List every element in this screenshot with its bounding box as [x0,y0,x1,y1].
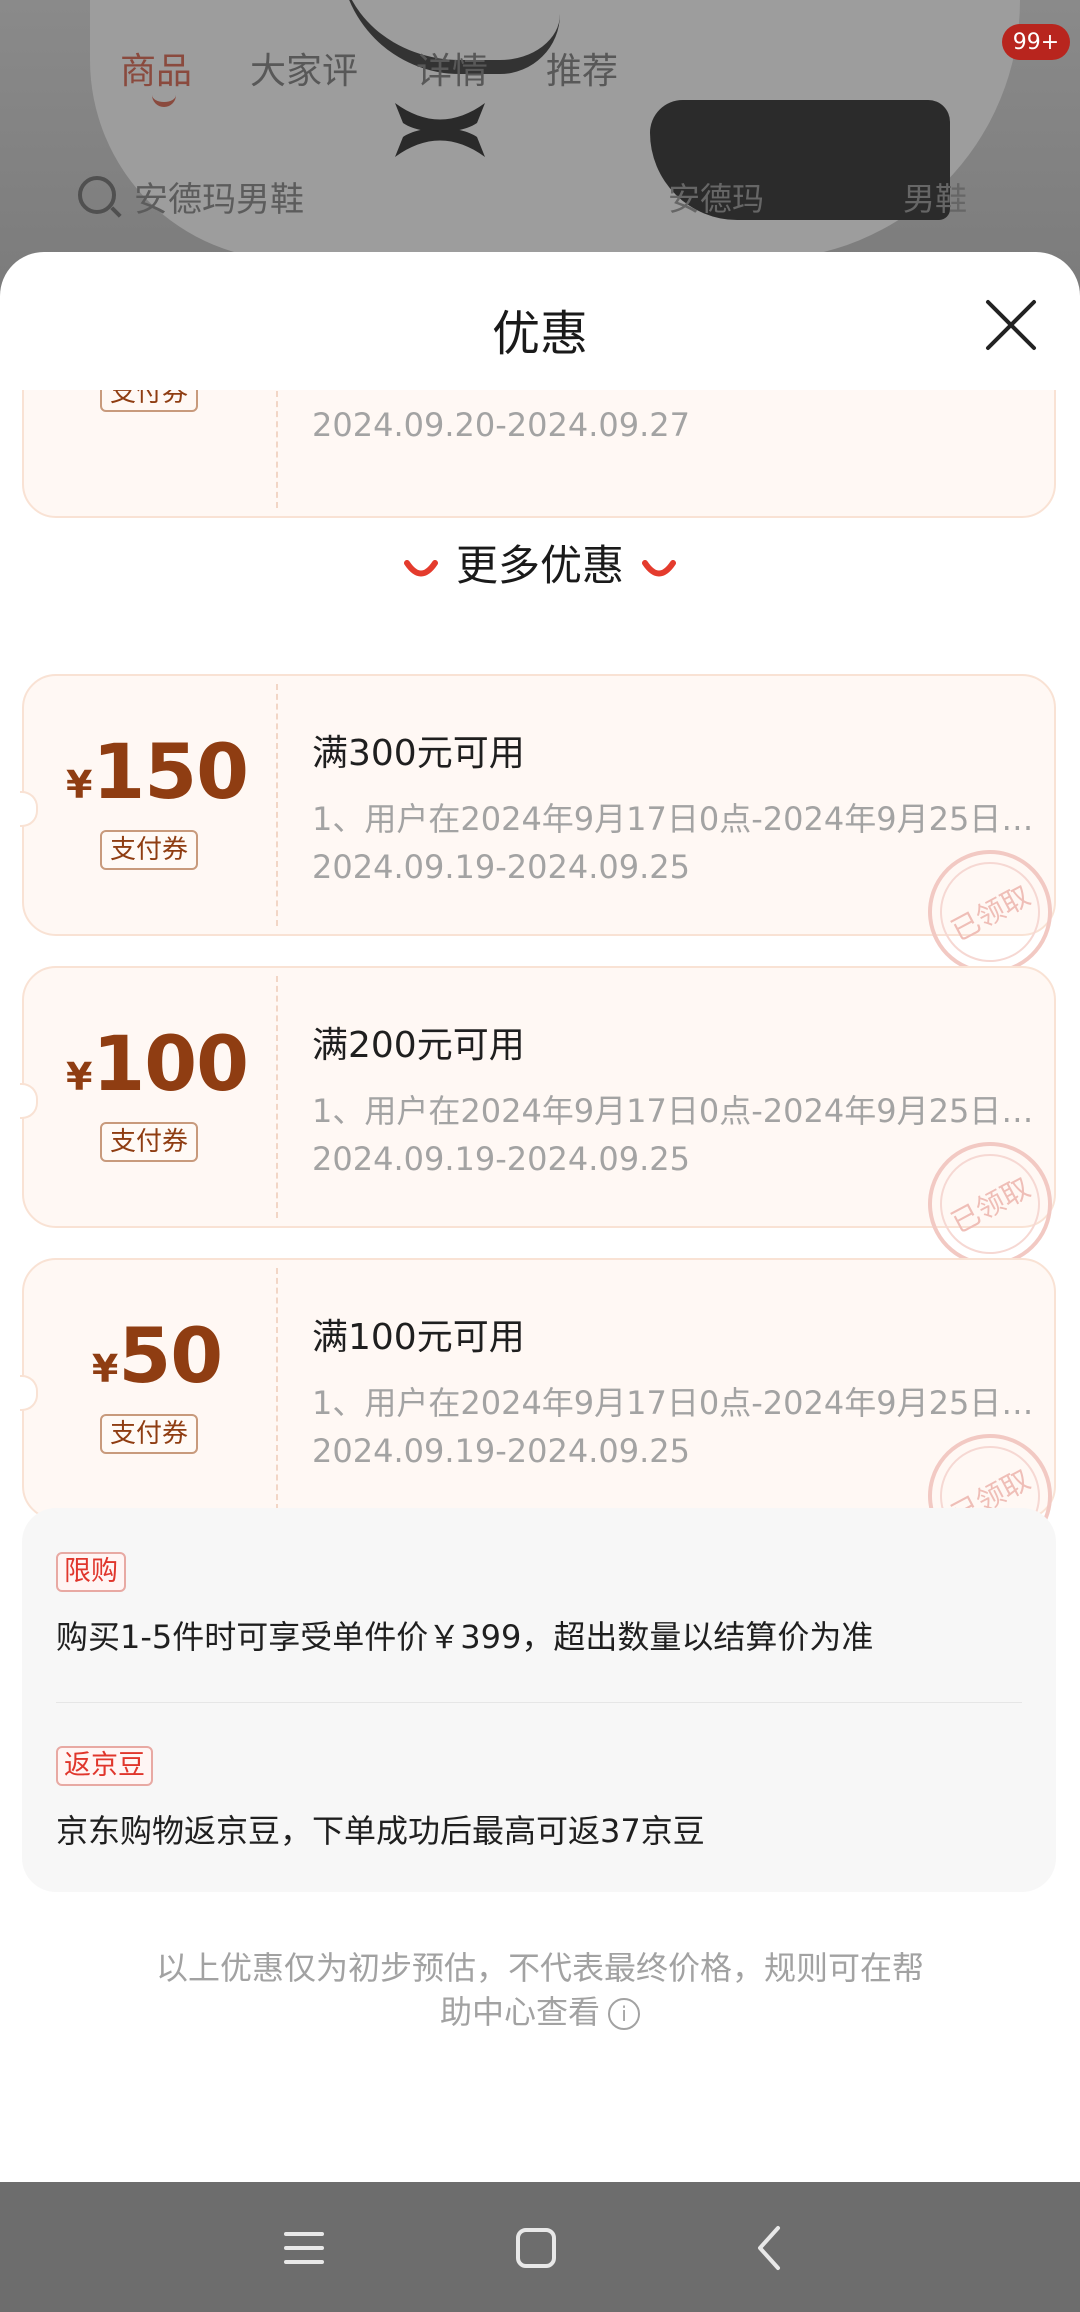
claimed-stamp-text: 已领取 [945,879,1036,948]
coupon-divider [276,1268,278,1510]
discount-bottom-sheet: 优惠 支付券 2024.09.20-2024.09.27 更多优惠 ¥150 支… [0,252,1080,2182]
promotion-info-box: 限购 购买1-5件时可享受单件价￥399，超出数量以结算价为准 返京豆 京东购物… [22,1508,1056,1892]
coupon-amount: ¥150 [54,734,260,810]
sheet-scroll-content[interactable]: 支付券 2024.09.20-2024.09.27 更多优惠 ¥150 支付券 … [0,390,1080,2182]
coupon-divider [276,976,278,1218]
search-icon [78,176,116,214]
currency-symbol: ¥ [65,763,93,807]
smile-decoration-left-icon [403,559,438,576]
disclaimer-line-2: 助中心查看 [439,1993,600,2031]
disclaimer: 以上优惠仅为初步预估，不代表最终价格，规则可在帮 助中心查看 i [130,1946,950,2034]
coupon-divider [276,390,278,508]
tab-product[interactable]: 商品 [120,42,192,94]
close-button[interactable] [982,296,1040,354]
under-armour-logo-icon [395,103,485,157]
coupon-condition: 满100元可用 [312,1317,525,1358]
coupon-card-50[interactable]: ¥50 支付券 满100元可用 1、用户在2024年9月17日0点-2024年9… [20,1258,1074,1580]
coupon-period: 2024.09.19-2024.09.25 [312,848,690,886]
home-nav-button[interactable] [504,2216,568,2280]
home-square-icon [516,2228,556,2268]
back-nav-button[interactable] [738,2216,802,2280]
close-icon [986,300,1036,350]
tab-reviews[interactable]: 大家评 [250,42,358,94]
back-chevron-icon [758,2226,780,2270]
claimed-stamp-text: 已领取 [945,1171,1036,1240]
disclaimer-line-2-row: 助中心查看 i [130,1990,950,2034]
coupon-amount: ¥100 [54,1026,260,1102]
coupon-amount-value: 50 [118,1311,223,1400]
menu-icon [284,2232,324,2264]
coupon-type-tag: 支付券 [100,390,199,412]
coupon-description: 1、用户在2024年9月17日0点-2024年9月25日23点59分59秒期间 [312,1384,1042,1422]
currency-symbol: ¥ [91,1347,119,1391]
tab-recommend[interactable]: 推荐 [546,42,618,94]
coupon-card-partial: 支付券 2024.09.20-2024.09.27 [22,390,1056,518]
jingdou-tag: 返京豆 [56,1746,153,1786]
coupon-card-150[interactable]: ¥150 支付券 满300元可用 1、用户在2024年9月17日0点-2024年… [20,674,1074,996]
info-icon[interactable]: i [608,1998,640,2030]
purchase-limit-text: 购买1-5件时可享受单件价￥399，超出数量以结算价为准 [56,1618,874,1656]
coupon-condition: 满300元可用 [312,733,525,774]
search-chip-category[interactable]: 男鞋 [903,174,967,220]
more-discounts-title: 更多优惠 [455,541,624,590]
coupon-amount-value: 150 [92,727,249,816]
coupon-period: 2024.09.20-2024.09.27 [312,406,690,444]
coupon-card-100[interactable]: ¥100 支付券 满200元可用 1、用户在2024年9月17日0点-2024年… [20,966,1074,1288]
coupon-description: 1、用户在2024年9月17日0点-2024年9月25日23点59分59秒期间 [312,800,1042,838]
coupon-period: 2024.09.19-2024.09.25 [312,1140,690,1178]
disclaimer-line-1: 以上优惠仅为初步预估，不代表最终价格，规则可在帮 [155,1949,924,1987]
search-input-text[interactable]: 安德玛男鞋 [134,172,304,221]
sheet-title: 优惠 [491,306,588,362]
coupon-description: 1、用户在2024年9月17日0点-2024年9月25日23点59分59秒期间 [312,1092,1042,1130]
coupon-type-tag: 支付券 [100,1122,199,1162]
menu-nav-button[interactable] [272,2216,336,2280]
coupon-amount: ¥50 [54,1318,260,1394]
more-discounts-header: 更多优惠 [0,532,1080,593]
coupon-type-tag: 支付券 [100,1414,199,1454]
search-bar[interactable]: 安德玛男鞋 安德玛 男鞋 [78,168,1038,224]
system-navigation-bar [0,2182,1080,2312]
tab-details[interactable]: 详情 [416,42,488,94]
search-chip-brand[interactable]: 安德玛 [668,174,764,220]
coupon-period: 2024.09.19-2024.09.25 [312,1432,690,1470]
info-divider [56,1702,1022,1703]
coupon-amount-value: 100 [92,1019,249,1108]
product-tabs: 商品 大家评 详情 推荐 [120,42,618,94]
jingdou-text: 京东购物返京豆，下单成功后最高可返37京豆 [56,1812,705,1850]
purchase-limit-tag: 限购 [56,1552,126,1592]
smile-decoration-right-icon [642,559,676,576]
coupon-condition: 满200元可用 [312,1025,525,1066]
coupon-type-tag: 支付券 [100,830,199,870]
currency-symbol: ¥ [65,1055,93,1099]
coupon-divider [276,684,278,926]
notification-badge: 99+ [1002,24,1070,60]
